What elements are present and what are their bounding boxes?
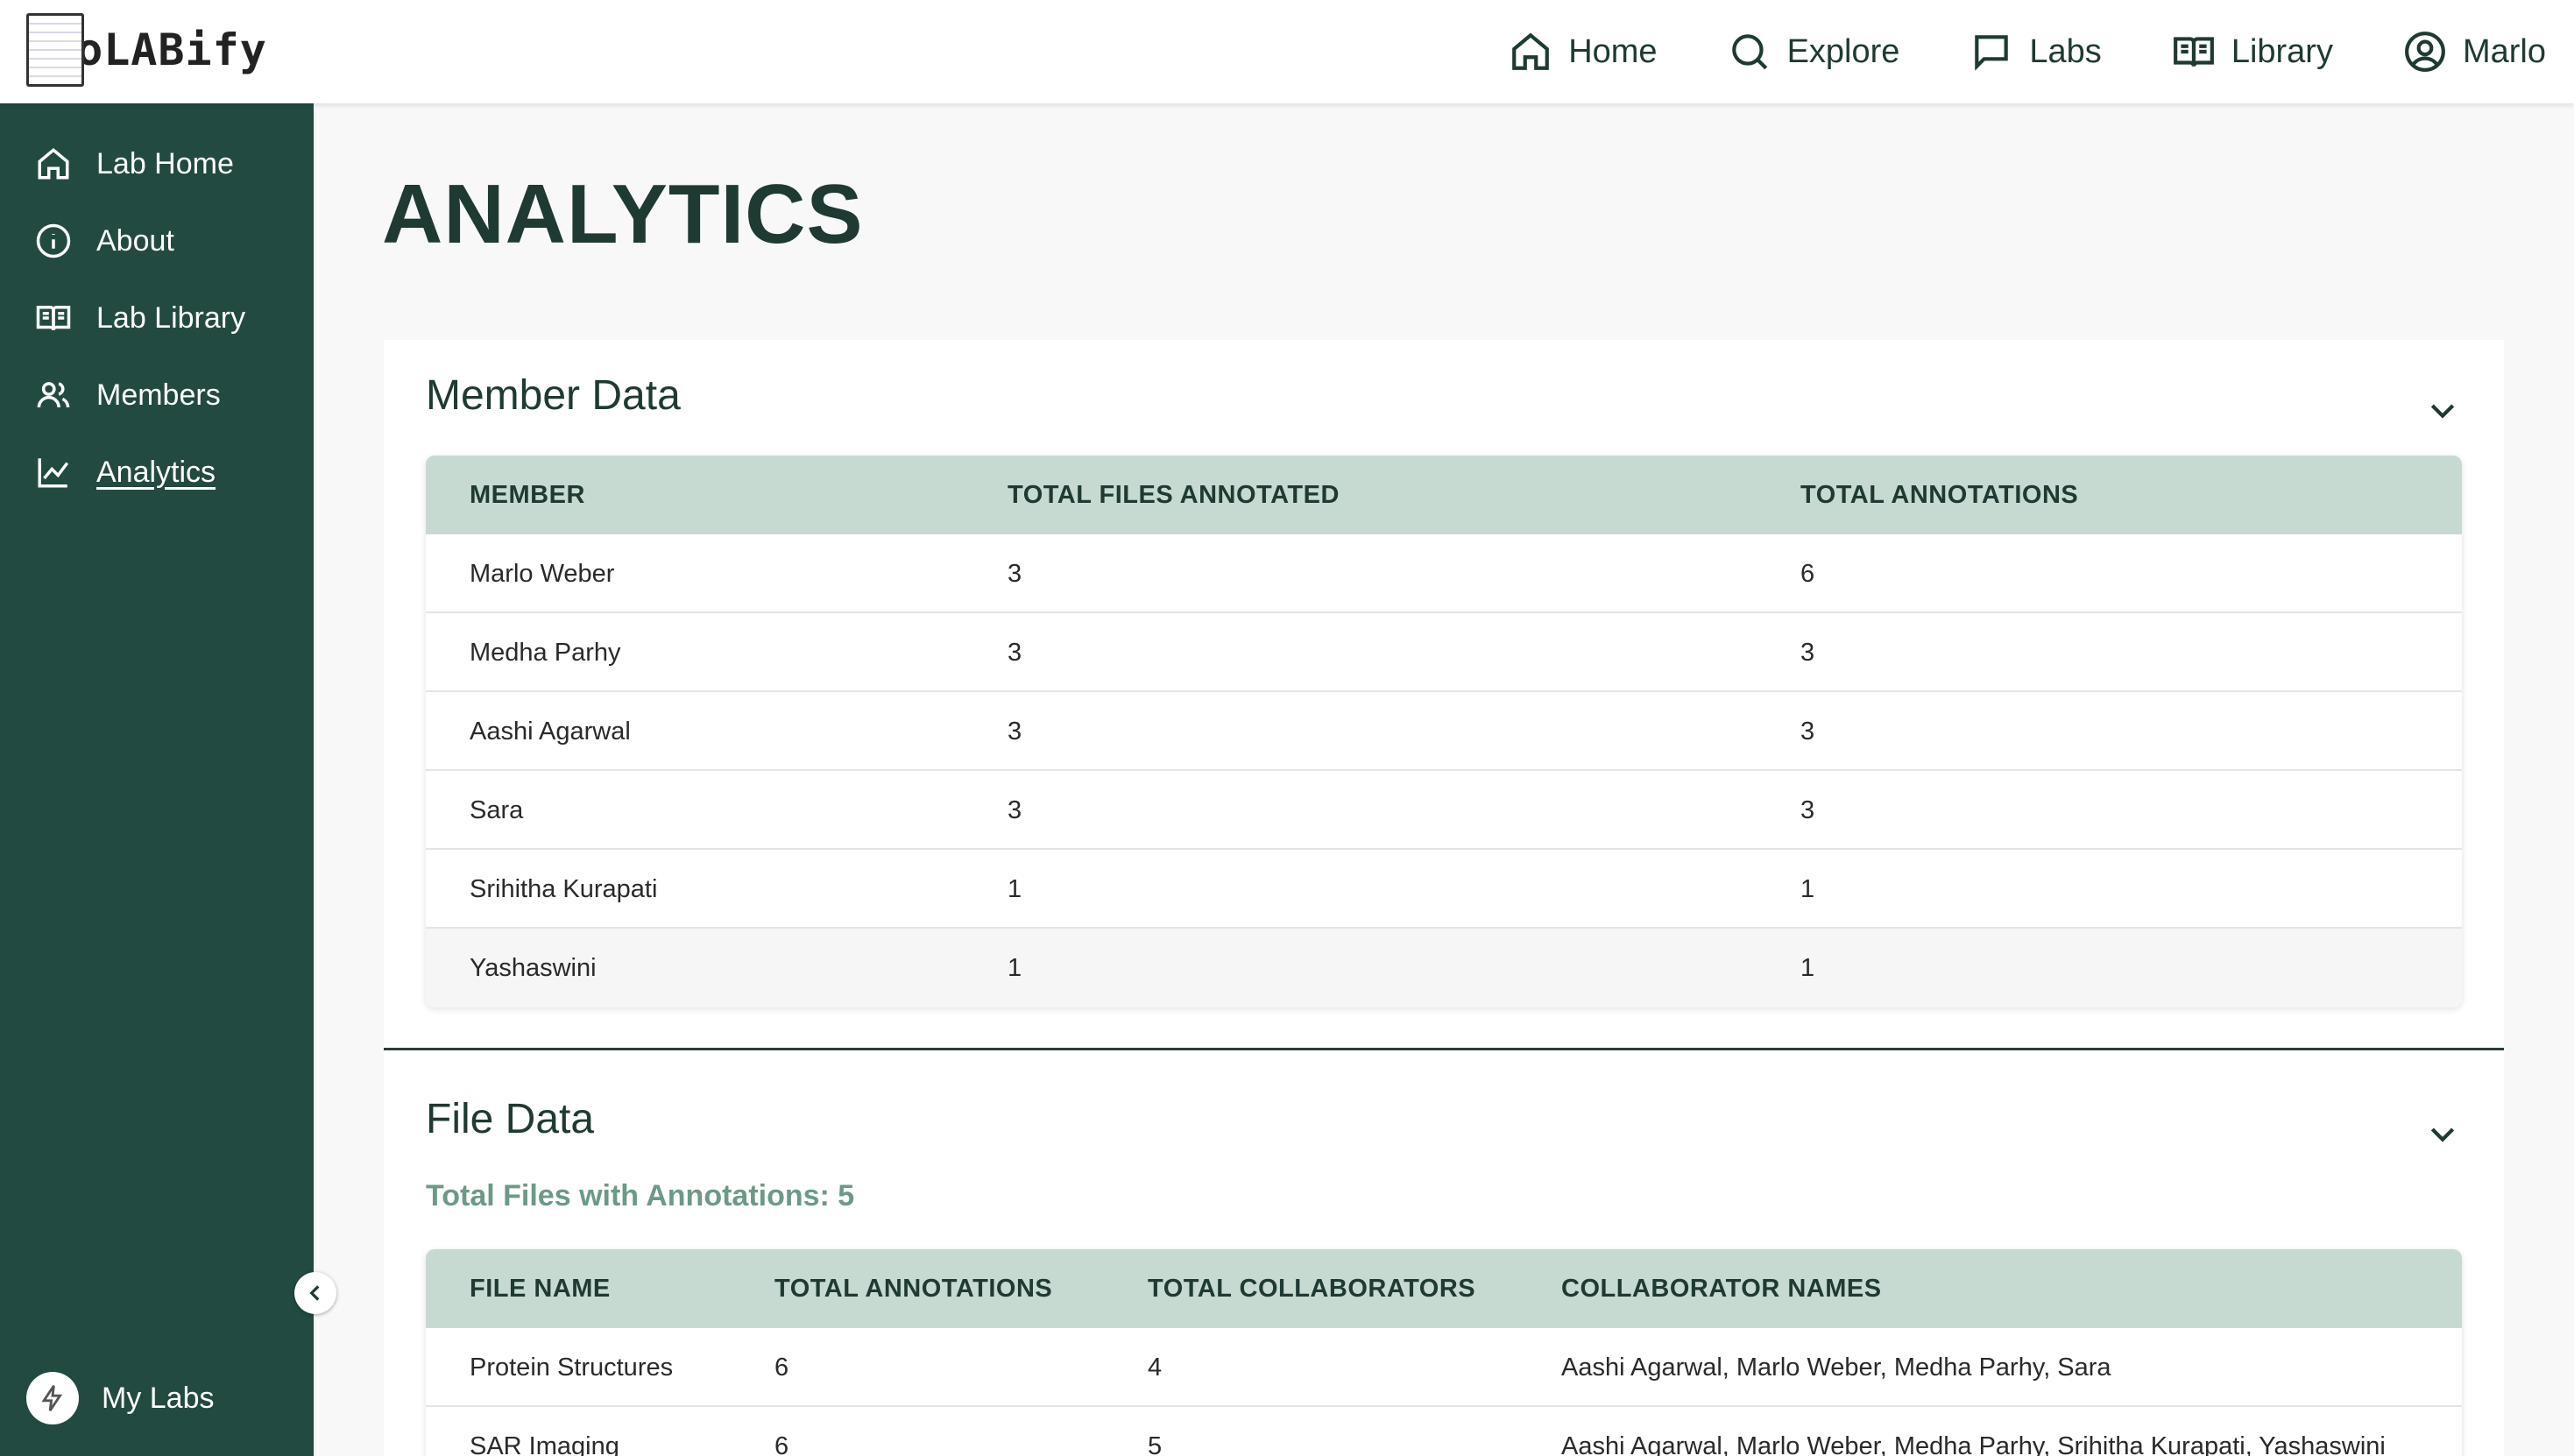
member-name: Srihitha Kurapati: [470, 875, 658, 903]
search-icon: [1731, 34, 1767, 70]
table-header: FILE NAME TOTAL ANNOTATIONS TOTAL COLLAB…: [426, 1249, 2462, 1328]
col-file-name[interactable]: FILE NAME: [470, 1249, 611, 1328]
files-annotated: 3: [1008, 796, 1022, 824]
files-annotated: 3: [1008, 717, 1022, 746]
file-data-toggle[interactable]: [2425, 1116, 2460, 1151]
table-header: MEMBER TOTAL FILES ANNOTATED TOTAL ANNOT…: [426, 456, 2462, 534]
nav-profile-label: Marlo: [2462, 32, 2546, 70]
col-total-annotations[interactable]: TOTAL ANNOTATIONS: [774, 1249, 1052, 1328]
col-total-annotations[interactable]: TOTAL ANNOTATIONS: [1800, 456, 2078, 534]
top-navbar: CoLABify Home Explore Labs Library Marlo: [0, 0, 2574, 103]
file-data-table: FILE NAME TOTAL ANNOTATIONS TOTAL COLLAB…: [426, 1249, 2462, 1456]
bolt-icon: [41, 1385, 63, 1411]
logo-notebook-icon: [26, 13, 84, 87]
member-name: Marlo Weber: [470, 560, 615, 588]
annotations-count: 3: [1800, 639, 1815, 667]
col-total-files-annotated[interactable]: TOTAL FILES ANNOTATED: [1008, 456, 1340, 534]
member-data-table: MEMBER TOTAL FILES ANNOTATED TOTAL ANNOT…: [426, 456, 2462, 1007]
section-divider: [384, 1048, 2504, 1050]
table-row[interactable]: Yashaswini 1 1: [426, 929, 2462, 1007]
chart-icon: [38, 458, 69, 488]
table-row[interactable]: SAR Imaging 6 5 Aashi Agarwal, Marlo Web…: [426, 1407, 2462, 1456]
book-icon: [36, 306, 71, 331]
col-member[interactable]: MEMBER: [470, 456, 585, 534]
annotations-count: 6: [1800, 560, 1815, 588]
files-annotated: 3: [1008, 560, 1022, 588]
chevron-down-icon: [2430, 1127, 2455, 1142]
table-row[interactable]: Sara 3 3: [426, 771, 2462, 850]
sidebar-item-label: Members: [96, 378, 221, 412]
files-annotated: 1: [1008, 954, 1022, 982]
annotations-count: 6: [774, 1354, 789, 1382]
sidebar-item-lab-library[interactable]: Lab Library: [35, 300, 245, 336]
lab-sidebar: Lab Home About Lab Library Members Analy…: [0, 103, 314, 1456]
nav-home[interactable]: Home: [1509, 30, 1658, 74]
nav-explore[interactable]: Explore: [1728, 30, 1900, 74]
chevron-left-icon: [309, 1285, 320, 1301]
annotations-count: 3: [1800, 717, 1815, 746]
nav-explore-label: Explore: [1786, 32, 1900, 70]
files-summary: Total Files with Annotations: 5: [426, 1179, 855, 1212]
users-icon: [37, 382, 70, 408]
nav-labs[interactable]: Labs: [1969, 30, 2102, 74]
sidebar-item-lab-home[interactable]: Lab Home: [35, 145, 234, 182]
book-icon: [2173, 37, 2214, 67]
user-circle-icon: [2405, 32, 2445, 72]
collaborator-names: Aashi Agarwal, Marlo Weber, Medha Parhy,…: [1561, 1354, 2111, 1382]
table-row[interactable]: Protein Structures 6 4 Aashi Agarwal, Ma…: [426, 1328, 2462, 1407]
file-name: SAR Imaging: [470, 1432, 619, 1456]
info-icon: [36, 223, 71, 258]
member-data-title: Member Data: [426, 372, 681, 419]
chat-icon: [1975, 35, 2009, 71]
annotations-count: 3: [1800, 796, 1815, 824]
sidebar-item-label: Lab Library: [96, 300, 246, 335]
annotations-count: 6: [774, 1432, 789, 1456]
sidebar-item-label: Lab Home: [96, 146, 234, 180]
nav-profile[interactable]: Marlo: [2403, 30, 2546, 74]
annotations-count: 1: [1800, 875, 1815, 903]
collaborators-count: 4: [1148, 1354, 1163, 1382]
nav-labs-label: Labs: [2029, 32, 2102, 70]
annotations-count: 1: [1800, 954, 1815, 982]
nav-library-label: Library: [2231, 32, 2333, 70]
my-labs-link[interactable]: My Labs: [26, 1372, 215, 1424]
file-data-title: File Data: [426, 1096, 595, 1142]
my-labs-label: My Labs: [102, 1381, 215, 1415]
files-annotated: 1: [1008, 875, 1022, 903]
member-name: Medha Parhy: [470, 639, 621, 667]
my-labs-badge: [26, 1372, 79, 1424]
collapse-sidebar-button[interactable]: [294, 1272, 336, 1314]
brand-logo[interactable]: CoLABify: [26, 11, 267, 89]
nav-home-label: Home: [1568, 32, 1658, 70]
chevron-down-icon: [2430, 404, 2455, 419]
sidebar-item-analytics[interactable]: Analytics: [35, 454, 216, 491]
member-name: Yashaswini: [470, 954, 597, 982]
table-row[interactable]: Marlo Weber 3 6: [426, 534, 2462, 613]
sidebar-item-label: About: [96, 223, 174, 258]
member-name: Aashi Agarwal: [470, 717, 631, 746]
sidebar-item-about[interactable]: About: [35, 223, 174, 259]
page-title: ANALYTICS: [382, 167, 864, 261]
member-data-toggle[interactable]: [2425, 392, 2460, 428]
home-icon: [38, 147, 69, 180]
col-collaborator-names[interactable]: COLLABORATOR NAMES: [1561, 1249, 1882, 1328]
file-name: Protein Structures: [470, 1354, 674, 1382]
files-annotated: 3: [1008, 639, 1022, 667]
member-name: Sara: [470, 796, 524, 824]
top-nav-links: Home Explore Labs Library Marlo: [1509, 0, 2546, 103]
sidebar-item-members[interactable]: Members: [35, 377, 221, 413]
collaborator-names: Aashi Agarwal, Marlo Weber, Medha Parhy,…: [1561, 1432, 2386, 1456]
col-total-collaborators[interactable]: TOTAL COLLABORATORS: [1148, 1249, 1475, 1328]
table-row[interactable]: Medha Parhy 3 3: [426, 613, 2462, 692]
sidebar-item-label: Analytics: [96, 455, 216, 489]
table-row[interactable]: Aashi Agarwal 3 3: [426, 692, 2462, 771]
table-row[interactable]: Srihitha Kurapati 1 1: [426, 850, 2462, 929]
home-icon: [1512, 32, 1550, 70]
collaborators-count: 5: [1148, 1432, 1163, 1456]
nav-library[interactable]: Library: [2172, 30, 2333, 74]
